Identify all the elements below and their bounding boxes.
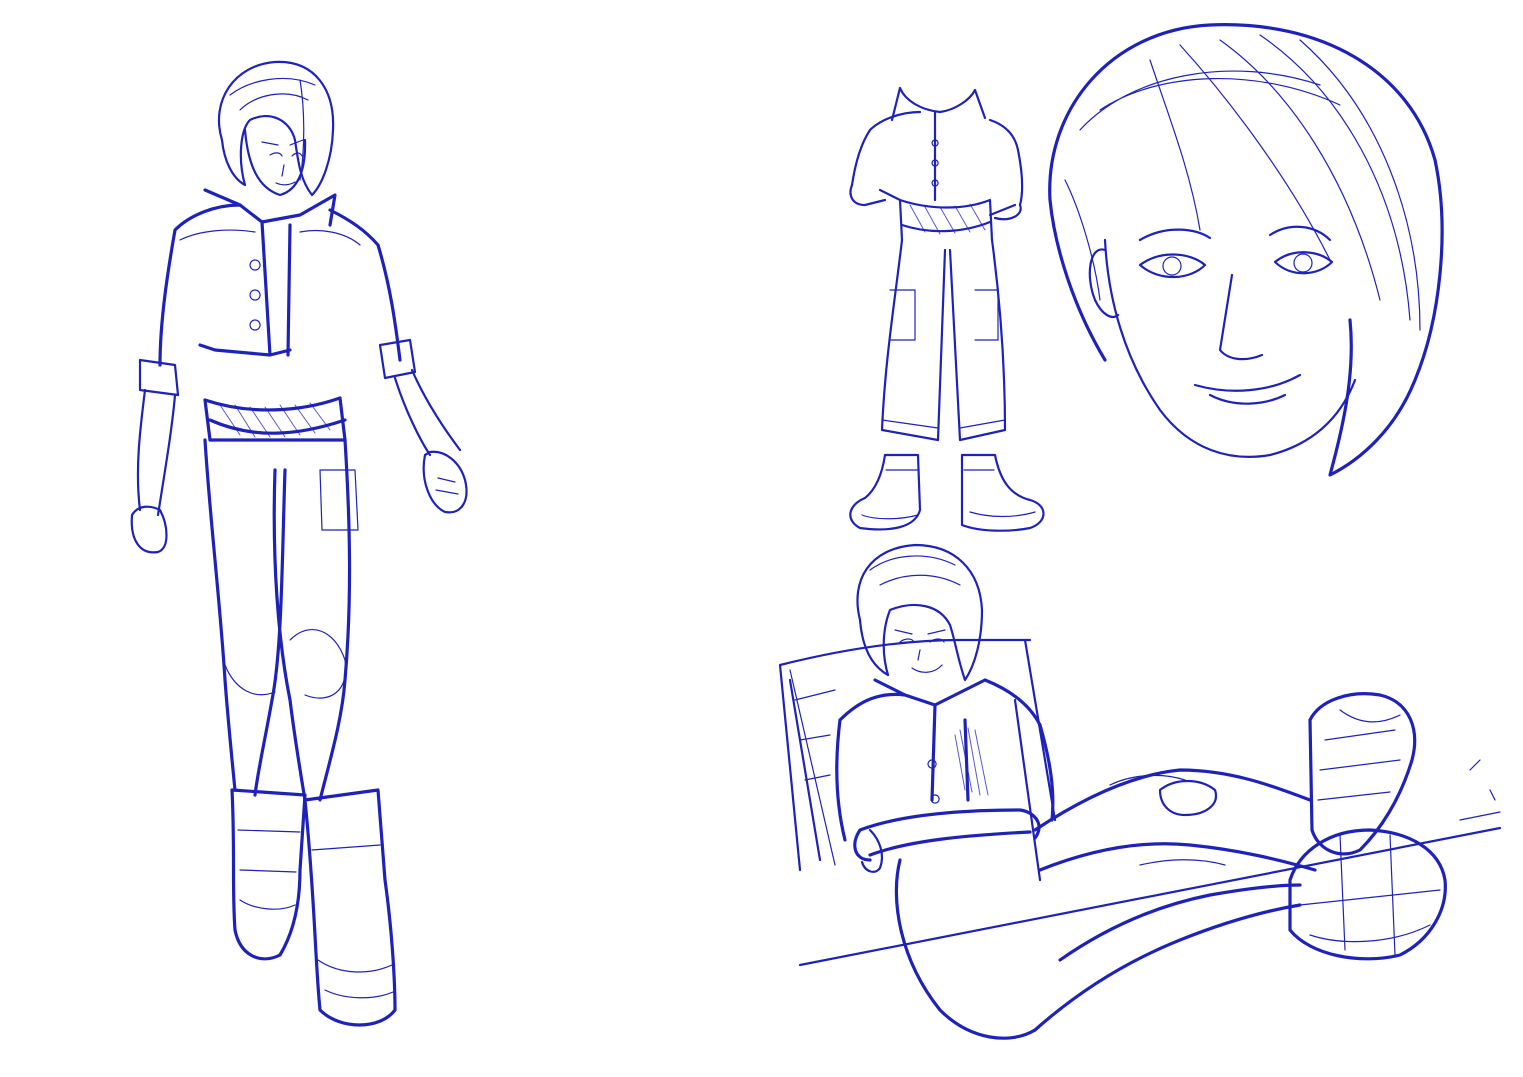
standing-right-boot	[303, 788, 397, 1027]
figure-standing	[130, 60, 468, 1027]
seated-lower-boot	[1288, 828, 1447, 961]
portrait-left-eye	[1138, 253, 1207, 279]
figure-seated	[778, 543, 1502, 1040]
seated-jacket	[835, 678, 1055, 842]
outfit-right-boot	[960, 453, 1045, 532]
standing-legs	[203, 438, 352, 802]
standing-jacket	[158, 188, 402, 367]
portrait-head	[1048, 23, 1444, 477]
portrait-hair	[1048, 23, 1444, 477]
standing-right-hand	[422, 450, 468, 514]
standing-left-fist	[130, 505, 168, 554]
sketch-sheet	[130, 23, 1502, 1040]
seated-legs	[1033, 768, 1317, 1032]
portrait-face	[1103, 238, 1357, 458]
portrait-right-eye	[1273, 251, 1334, 275]
standing-hair	[217, 60, 335, 197]
standing-left-boot	[230, 788, 307, 961]
outfit-sash	[898, 198, 994, 242]
outfit-jacket	[850, 110, 1024, 217]
outfit-front-view	[849, 86, 1045, 532]
portrait-mouth	[1193, 373, 1302, 405]
standing-sash	[203, 396, 347, 442]
